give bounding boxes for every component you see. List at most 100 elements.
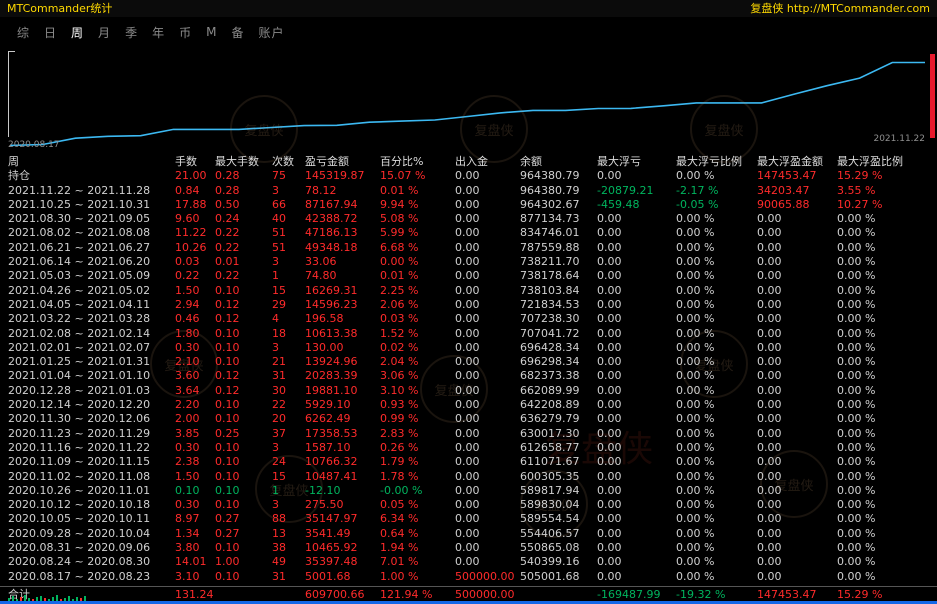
cell: 0.01 xyxy=(215,255,272,269)
table-row[interactable]: 2021.06.21 ~ 2021.06.2710.260.225149348.… xyxy=(0,241,937,255)
menu-item-8[interactable]: M xyxy=(199,25,224,39)
table-row[interactable]: 2021.05.03 ~ 2021.05.090.220.22174.800.0… xyxy=(0,269,937,283)
cell: 505001.68 xyxy=(520,570,597,584)
col-header-10[interactable]: 最大浮亏比例 xyxy=(676,155,757,169)
table-row[interactable]: 2021.08.02 ~ 2021.08.0811.220.225147186.… xyxy=(0,226,937,240)
table-row[interactable]: 2021.11.22 ~ 2021.11.280.840.28378.120.0… xyxy=(0,184,937,198)
cell: 0.30 xyxy=(175,441,215,455)
col-header-5[interactable]: 盈亏金额 xyxy=(305,155,380,169)
cell: 3 xyxy=(272,441,305,455)
col-header-2[interactable]: 手数 xyxy=(175,155,215,169)
cell: 2.00 xyxy=(175,412,215,426)
col-header-6[interactable]: 百分比% xyxy=(380,155,455,169)
cell: 0.00 % xyxy=(837,284,937,298)
cell: 0.00 % xyxy=(676,484,757,498)
cell: 0.00 xyxy=(757,441,837,455)
table-row[interactable]: 2020.10.12 ~ 2020.10.180.300.103275.500.… xyxy=(0,498,937,512)
menu-item-6[interactable]: 年 xyxy=(145,24,172,41)
cell: 0.00 xyxy=(455,212,520,226)
col-header-9[interactable]: 最大浮亏 xyxy=(597,155,676,169)
cell: 0.00 xyxy=(455,284,520,298)
cell: 0.00 % xyxy=(837,369,937,383)
cell: 10766.32 xyxy=(305,455,380,469)
menu-item-5[interactable]: 季 xyxy=(118,24,145,41)
col-header-4[interactable]: 次数 xyxy=(272,155,305,169)
cell: 2.10 xyxy=(175,355,215,369)
table-row[interactable]: 2020.11.09 ~ 2020.11.152.380.102410766.3… xyxy=(0,455,937,469)
brand-link[interactable]: 复盘侠 http://MTCommander.com xyxy=(750,0,930,17)
row-label: 2020.10.26 ~ 2020.11.01 xyxy=(8,484,175,498)
cell: 1.50 xyxy=(175,284,215,298)
table-row[interactable]: 2020.11.02 ~ 2020.11.081.500.101510487.4… xyxy=(0,470,937,484)
table-row[interactable]: 2020.10.26 ~ 2020.11.010.100.101-12.10-0… xyxy=(0,484,937,498)
col-header-12[interactable]: 最大浮盈比例 xyxy=(837,155,937,169)
col-header-7[interactable]: 出入金 xyxy=(455,155,520,169)
cell: 10.26 xyxy=(175,241,215,255)
menu-item-1[interactable]: 综 xyxy=(10,24,37,41)
table-row[interactable]: 2021.10.25 ~ 2021.10.3117.880.506687167.… xyxy=(0,198,937,212)
cell: 15.29 % xyxy=(837,169,937,183)
cell: 0.00 xyxy=(757,555,837,569)
cell: 0.00 xyxy=(455,355,520,369)
cell: 0.00 % xyxy=(676,269,757,283)
table-row[interactable]: 持仓21.000.2875145319.8715.07 %0.00964380.… xyxy=(0,169,937,183)
table-row[interactable]: 2020.11.23 ~ 2020.11.293.850.253717358.5… xyxy=(0,427,937,441)
cell: 0.00 % xyxy=(676,470,757,484)
cell: 0.00 % xyxy=(676,570,757,584)
table-row[interactable]: 2020.12.28 ~ 2021.01.033.640.123019881.1… xyxy=(0,384,937,398)
menu-item-9[interactable]: 备 xyxy=(224,24,251,41)
cell: 0.00 xyxy=(597,355,676,369)
table-row[interactable]: 2020.12.14 ~ 2020.12.202.200.10225929.10… xyxy=(0,398,937,412)
table-row[interactable]: 2020.11.30 ~ 2020.12.062.000.10206262.49… xyxy=(0,412,937,426)
cell: 0.10 xyxy=(215,455,272,469)
menu-item-2[interactable]: 日 xyxy=(37,24,64,41)
cell: 10613.38 xyxy=(305,327,380,341)
table-row[interactable]: 2021.01.25 ~ 2021.01.312.100.102113924.9… xyxy=(0,355,937,369)
table-row[interactable]: 2020.11.16 ~ 2020.11.220.300.1031587.100… xyxy=(0,441,937,455)
col-header-8[interactable]: 余额 xyxy=(520,155,597,169)
cell: 0.00 xyxy=(597,412,676,426)
cell: 0.00 % xyxy=(676,384,757,398)
menu-item-4[interactable]: 月 xyxy=(91,24,118,41)
cell: 0.00 xyxy=(455,470,520,484)
table-row[interactable]: 2020.08.17 ~ 2020.08.233.100.10315001.68… xyxy=(0,570,937,584)
menu-item-3[interactable]: 周 xyxy=(64,24,91,41)
table-row[interactable]: 2021.08.30 ~ 2021.09.059.600.244042388.7… xyxy=(0,212,937,226)
cell: 0.00 xyxy=(455,527,520,541)
row-label: 2020.08.31 ~ 2020.09.06 xyxy=(8,541,175,555)
cell: 0.00 xyxy=(455,312,520,326)
table-row[interactable]: 2021.04.26 ~ 2021.05.021.500.101516269.3… xyxy=(0,284,937,298)
col-header-1[interactable]: 周 xyxy=(8,155,175,169)
table-row[interactable]: 2020.10.05 ~ 2020.10.118.970.278835147.9… xyxy=(0,512,937,526)
menu-item-7[interactable]: 币 xyxy=(172,24,199,41)
cell: 0.00 % xyxy=(837,226,937,240)
table-row[interactable]: 2020.09.28 ~ 2020.10.041.340.27133541.49… xyxy=(0,527,937,541)
cell: 3.60 xyxy=(175,369,215,383)
menu-item-10[interactable]: 账户 xyxy=(251,24,291,41)
cell: 1 xyxy=(272,484,305,498)
cell: 275.50 xyxy=(305,498,380,512)
table-row[interactable]: 2021.04.05 ~ 2021.04.112.940.122914596.2… xyxy=(0,298,937,312)
cell: 0.00 % xyxy=(837,341,937,355)
table-row[interactable]: 2021.02.01 ~ 2021.02.070.300.103130.000.… xyxy=(0,341,937,355)
cell: 1 xyxy=(272,269,305,283)
cell: 51 xyxy=(272,226,305,240)
table-row[interactable]: 2020.08.31 ~ 2020.09.063.800.103810465.9… xyxy=(0,541,937,555)
table-row[interactable]: 2020.08.24 ~ 2020.08.3014.011.004935397.… xyxy=(0,555,937,569)
chart-start-date: 2020.08.17 xyxy=(8,140,60,150)
col-header-11[interactable]: 最大浮盈金额 xyxy=(757,155,837,169)
cell: 0.00 xyxy=(757,384,837,398)
row-label: 2021.08.30 ~ 2021.09.05 xyxy=(8,212,175,226)
cell: 13 xyxy=(272,527,305,541)
cell: 3.06 % xyxy=(380,369,455,383)
cell: 0.27 xyxy=(215,527,272,541)
cell: 0.00 % xyxy=(676,441,757,455)
col-header-3[interactable]: 最大手数 xyxy=(215,155,272,169)
table-row[interactable]: 2021.01.04 ~ 2021.01.103.600.123120283.3… xyxy=(0,369,937,383)
table-row[interactable]: 2021.06.14 ~ 2021.06.200.030.01333.060.0… xyxy=(0,255,937,269)
table-row[interactable]: 2021.03.22 ~ 2021.03.280.460.124196.580.… xyxy=(0,312,937,326)
row-label: 2021.10.25 ~ 2021.10.31 xyxy=(8,198,175,212)
cell: 37 xyxy=(272,427,305,441)
table-row[interactable]: 2021.02.08 ~ 2021.02.141.800.101810613.3… xyxy=(0,327,937,341)
cell: 0.00 xyxy=(597,484,676,498)
